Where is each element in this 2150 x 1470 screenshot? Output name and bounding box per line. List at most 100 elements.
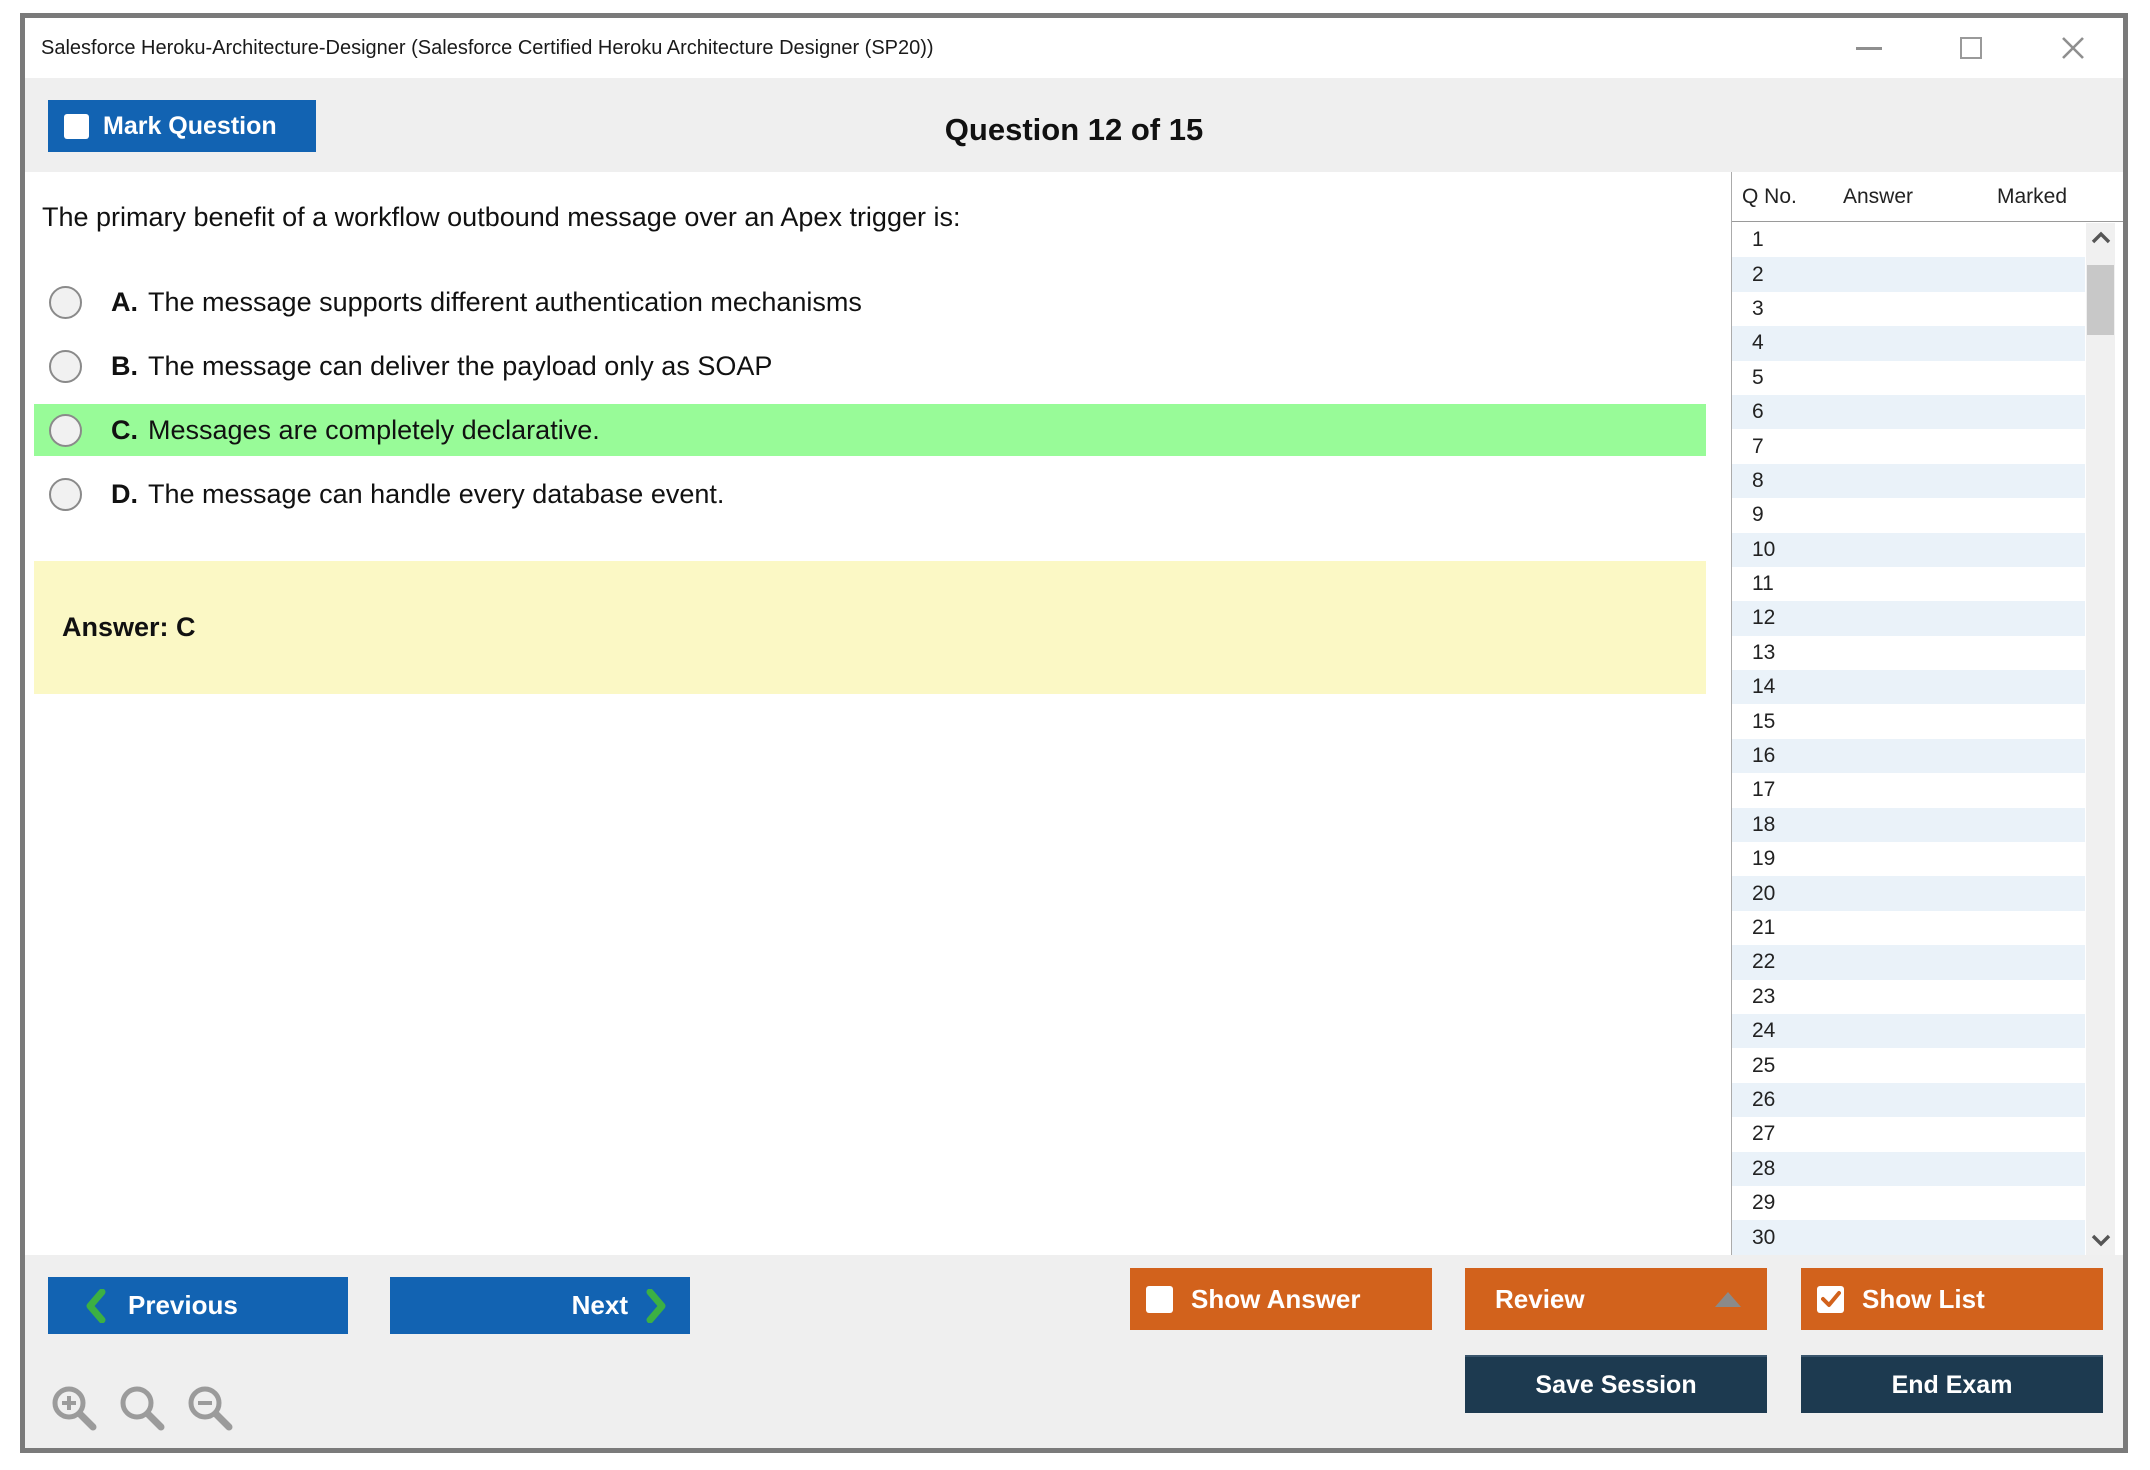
zoom-toolbar [48, 1382, 238, 1436]
row-question-number: 17 [1752, 778, 1775, 802]
question-list-row[interactable]: 9 [1732, 498, 2085, 532]
row-question-number: 23 [1752, 985, 1775, 1009]
row-question-number: 24 [1752, 1019, 1775, 1043]
row-question-number: 1 [1752, 228, 1764, 252]
minimize-icon[interactable] [1847, 28, 1891, 68]
question-list-row[interactable]: 19 [1732, 842, 2085, 876]
show-list-label: Show List [1862, 1284, 1985, 1315]
chevron-down-icon[interactable] [2086, 1225, 2115, 1255]
unchecked-checkbox[interactable] [1146, 1286, 1173, 1313]
row-question-number: 3 [1752, 297, 1764, 321]
previous-button[interactable]: Previous [48, 1277, 348, 1334]
question-text: The primary benefit of a workflow outbou… [42, 202, 960, 233]
question-list-row[interactable]: 24 [1732, 1014, 2085, 1048]
option-row[interactable]: C. Messages are completely declarative. [34, 404, 1706, 456]
scrollbar-thumb[interactable] [2087, 265, 2114, 335]
question-list-row[interactable]: 21 [1732, 911, 2085, 945]
question-list-row[interactable]: 18 [1732, 808, 2085, 842]
checked-checkbox[interactable] [1817, 1286, 1844, 1313]
question-list-row[interactable]: 11 [1732, 567, 2085, 601]
chevron-up-icon[interactable] [2086, 223, 2115, 253]
zoom-reset-icon[interactable] [116, 1382, 170, 1436]
option-letter: B. [111, 351, 138, 382]
radio-button-icon[interactable] [49, 350, 82, 383]
question-list-row[interactable]: 17 [1732, 773, 2085, 807]
row-question-number: 11 [1752, 572, 1774, 596]
question-list-row[interactable]: 14 [1732, 670, 2085, 704]
option-letter: A. [111, 287, 138, 318]
row-question-number: 28 [1752, 1157, 1775, 1181]
end-exam-label: End Exam [1892, 1371, 2013, 1400]
question-list-row[interactable]: 7 [1732, 429, 2085, 463]
question-list-row[interactable]: 3 [1732, 292, 2085, 326]
close-icon[interactable] [2051, 28, 2095, 68]
row-question-number: 18 [1752, 813, 1775, 837]
row-question-number: 13 [1752, 641, 1775, 665]
question-list-row[interactable]: 10 [1732, 533, 2085, 567]
radio-button-icon[interactable] [49, 478, 82, 511]
triangle-up-icon [1715, 1292, 1741, 1307]
question-list-row[interactable]: 20 [1732, 876, 2085, 910]
radio-button-icon[interactable] [49, 414, 82, 447]
question-list-row[interactable]: 23 [1732, 980, 2085, 1014]
maximize-icon[interactable] [1949, 28, 1993, 68]
show-answer-button[interactable]: Show Answer [1130, 1268, 1432, 1330]
row-question-number: 14 [1752, 675, 1775, 699]
question-list-row[interactable]: 2 [1732, 257, 2085, 291]
review-button[interactable]: Review [1465, 1268, 1767, 1330]
question-list-row[interactable]: 5 [1732, 361, 2085, 395]
zoom-out-icon[interactable] [184, 1382, 238, 1436]
option-row[interactable]: A. The message supports different authen… [34, 276, 1706, 328]
chevron-left-icon [86, 1289, 106, 1323]
option-letter: C. [111, 415, 138, 446]
question-list-row[interactable]: 6 [1732, 395, 2085, 429]
question-list-row[interactable]: 26 [1732, 1083, 2085, 1117]
question-list-row[interactable]: 27 [1732, 1117, 2085, 1151]
row-question-number: 30 [1752, 1226, 1775, 1250]
question-list-row[interactable]: 22 [1732, 945, 2085, 979]
window-controls [1847, 18, 2095, 78]
previous-label: Previous [128, 1290, 238, 1321]
question-counter: Question 12 of 15 [25, 112, 2123, 148]
question-list-row[interactable]: 1 [1732, 223, 2085, 257]
question-list-row[interactable]: 8 [1732, 464, 2085, 498]
row-question-number: 10 [1752, 538, 1775, 562]
question-list-row[interactable]: 16 [1732, 739, 2085, 773]
question-list-row[interactable]: 13 [1732, 636, 2085, 670]
question-list-row[interactable]: 12 [1732, 601, 2085, 635]
chevron-right-icon [646, 1289, 666, 1323]
question-list: 1 2 3 4 5 6 7 8 9 10 11 12 13 14 15 [1732, 223, 2085, 1255]
next-button[interactable]: Next [390, 1277, 690, 1334]
row-question-number: 20 [1752, 882, 1775, 906]
option-text: The message can deliver the payload only… [148, 351, 772, 382]
next-label: Next [572, 1290, 628, 1321]
option-row[interactable]: B. The message can deliver the payload o… [34, 340, 1706, 392]
row-question-number: 7 [1752, 435, 1764, 459]
question-list-row[interactable]: 15 [1732, 704, 2085, 738]
row-question-number: 9 [1752, 503, 1764, 527]
question-list-row[interactable]: 30 [1732, 1220, 2085, 1254]
sidebar-scrollbar[interactable] [2086, 223, 2115, 1255]
row-question-number: 29 [1752, 1191, 1775, 1215]
review-label: Review [1495, 1284, 1585, 1315]
question-list-row[interactable]: 28 [1732, 1152, 2085, 1186]
question-list-row[interactable]: 25 [1732, 1048, 2085, 1082]
row-question-number: 8 [1752, 469, 1764, 493]
row-question-number: 27 [1752, 1122, 1775, 1146]
row-question-number: 19 [1752, 847, 1775, 871]
question-list-row[interactable]: 29 [1732, 1186, 2085, 1220]
end-exam-button[interactable]: End Exam [1801, 1355, 2103, 1413]
question-list-row[interactable]: 4 [1732, 326, 2085, 360]
option-text: The message supports different authentic… [148, 287, 862, 318]
zoom-in-icon[interactable] [48, 1382, 102, 1436]
title-bar: Salesforce Heroku-Architecture-Designer … [25, 18, 2123, 78]
show-answer-label: Show Answer [1191, 1284, 1361, 1315]
window-title: Salesforce Heroku-Architecture-Designer … [41, 37, 934, 60]
option-row[interactable]: D. The message can handle every database… [34, 468, 1706, 520]
show-list-button[interactable]: Show List [1801, 1268, 2103, 1330]
answer-box: Answer: C [34, 561, 1706, 694]
row-question-number: 6 [1752, 400, 1764, 424]
save-session-button[interactable]: Save Session [1465, 1355, 1767, 1413]
column-header-marked: Marked [1997, 185, 2067, 209]
radio-button-icon[interactable] [49, 286, 82, 319]
